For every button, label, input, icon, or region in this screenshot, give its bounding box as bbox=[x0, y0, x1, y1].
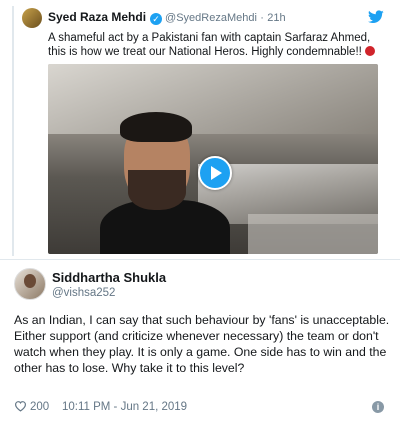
header-separator: · bbox=[260, 12, 264, 24]
quoted-author-avatar[interactable] bbox=[22, 8, 42, 28]
video-player[interactable] bbox=[48, 64, 378, 254]
author-handle[interactable]: @vishsa252 bbox=[52, 287, 115, 299]
quoted-tweet-text-block: A shameful act by a Pakistani fan with c… bbox=[48, 31, 378, 59]
like-count: 200 bbox=[30, 401, 50, 413]
like-button[interactable]: 200 bbox=[14, 401, 52, 413]
red-circle-emoji-icon bbox=[365, 46, 376, 56]
tweet-text: As an Indian, I can say that such behavi… bbox=[14, 313, 390, 375]
heart-icon bbox=[15, 401, 26, 412]
twitter-bird-icon[interactable] bbox=[368, 10, 384, 24]
quoted-tweet[interactable]: Syed Raza Mehdi ✓ @SyedRezaMehdi · 21h A s… bbox=[12, 6, 390, 256]
person-beard bbox=[128, 170, 186, 210]
tweet-timestamp[interactable]: 10:11 PM - Jun 21, 2019 bbox=[62, 401, 187, 413]
tweet-footer: 200 10:11 PM - Jun 21, 2019 bbox=[14, 400, 187, 413]
verified-badge-icon: ✓ bbox=[150, 13, 163, 25]
quoted-tweet-text: A shameful act by a Pakistani fan with c… bbox=[48, 32, 371, 58]
quoted-author-handle[interactable]: @SyedRezaMehdi bbox=[165, 12, 257, 24]
quoted-author-name[interactable]: Syed Raza Mehdi bbox=[48, 10, 146, 24]
video-background-floor bbox=[248, 214, 378, 254]
quoted-tweet-header: Syed Raza Mehdi ✓ @SyedRezaMehdi · 21h bbox=[48, 10, 286, 25]
play-icon[interactable] bbox=[198, 156, 232, 190]
info-icon[interactable]: i bbox=[372, 401, 384, 413]
person-hair bbox=[120, 112, 192, 142]
divider bbox=[0, 259, 400, 260]
quoted-tweet-time[interactable]: 21h bbox=[267, 12, 285, 24]
author-name[interactable]: Siddhartha Shukla bbox=[52, 270, 166, 285]
author-avatar[interactable] bbox=[14, 268, 46, 300]
